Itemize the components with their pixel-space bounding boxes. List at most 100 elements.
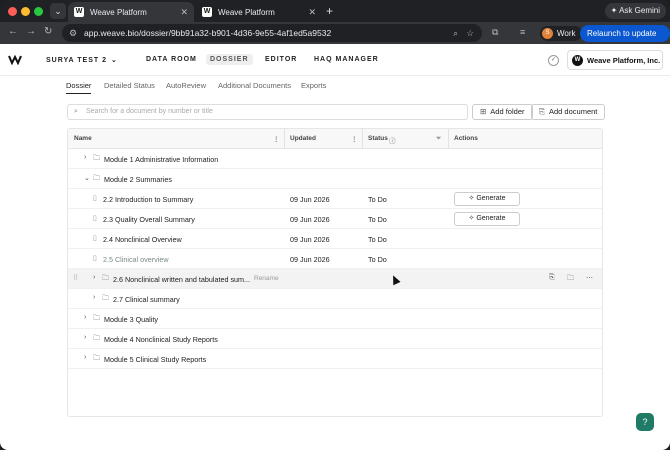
- search-placeholder: Search for a document by number or title: [86, 108, 213, 115]
- media-controls-icon[interactable]: ≡: [520, 27, 525, 37]
- table-row[interactable]: › 🗀 Module 3 Quality: [68, 309, 602, 329]
- zoom-icon[interactable]: ⌕: [453, 24, 458, 42]
- chevron-right-icon[interactable]: ›: [93, 294, 95, 301]
- chevron-right-icon[interactable]: ›: [93, 274, 95, 281]
- row-name[interactable]: 2.2 Introduction to Summary: [103, 195, 193, 204]
- nav-haq-manager[interactable]: HAQ MANAGER: [314, 56, 379, 63]
- browser-tab-1[interactable]: W Weave Platform ✕: [68, 2, 194, 22]
- column-divider[interactable]: [362, 129, 363, 149]
- table-row[interactable]: › 🗀 2.6 Nonclinical written and tabulate…: [68, 269, 602, 289]
- column-divider[interactable]: [448, 129, 449, 149]
- generate-button[interactable]: ✧ Generate: [454, 212, 520, 226]
- folder-plus-icon: ⊞: [480, 107, 487, 116]
- sync-status-icon[interactable]: ✓: [548, 55, 559, 66]
- profile-button[interactable]: S Work: [540, 26, 582, 41]
- table-row[interactable]: ▯ 2.2 Introduction to Summary 09 Jun 202…: [68, 189, 602, 209]
- chevron-right-icon[interactable]: ›: [84, 334, 86, 341]
- tab-exports[interactable]: Exports: [301, 81, 326, 90]
- extensions-icon[interactable]: ⧉: [492, 27, 498, 38]
- table-row[interactable]: ▯ 2.5 Clinical overview 09 Jun 2026 To D…: [68, 249, 602, 269]
- column-menu-icon[interactable]: ⋮: [273, 135, 280, 143]
- row-name[interactable]: 2.5 Clinical overview: [103, 255, 169, 264]
- row-name[interactable]: 2.3 Quality Overall Summary: [103, 215, 195, 224]
- relaunch-button[interactable]: Relaunch to update ⋮: [580, 25, 670, 55]
- url-text: app.weave.bio/dossier/9bb91a32-b901-4d36…: [84, 28, 332, 38]
- profile-label: Work: [557, 29, 576, 38]
- table-row[interactable]: › 🗀 Module 1 Administrative Information: [68, 149, 602, 169]
- add-folder-button[interactable]: ⊞ Add folder: [472, 104, 533, 120]
- table-row[interactable]: › 🗀 Module 4 Nonclinical Study Reports: [68, 329, 602, 349]
- generate-button[interactable]: ✧ Generate: [454, 192, 520, 206]
- row-status[interactable]: To Do: [368, 195, 387, 204]
- column-status[interactable]: Status: [368, 135, 388, 142]
- table-row[interactable]: ⌄ 🗀 Module 2 Summaries: [68, 169, 602, 189]
- nav-dossier[interactable]: DOSSIER: [206, 54, 253, 65]
- document-plus-icon: ⎘: [539, 107, 545, 116]
- table-row[interactable]: › 🗀 2.7 Clinical summary: [68, 289, 602, 309]
- tab-strip: ⌄ W Weave Platform ✕ W Weave Platform ✕ …: [0, 0, 670, 22]
- sparkle-icon: ✧: [468, 215, 475, 222]
- minimize-window-dot[interactable]: [21, 7, 30, 16]
- help-button[interactable]: ?: [636, 413, 654, 431]
- address-bar[interactable]: ⚙ app.weave.bio/dossier/9bb91a32-b901-4d…: [62, 24, 482, 42]
- back-icon[interactable]: ←: [8, 26, 18, 37]
- add-document-icon[interactable]: ⎘: [549, 274, 555, 282]
- row-status[interactable]: To Do: [368, 255, 387, 264]
- browser-toolbar: ← → ↻ ⚙ app.weave.bio/dossier/9bb91a32-b…: [0, 22, 670, 55]
- document-icon: ▯: [93, 195, 97, 202]
- close-tab-icon[interactable]: ✕: [180, 7, 188, 18]
- tab-detailed-status[interactable]: Detailed Status: [104, 81, 155, 90]
- weave-favicon-icon: W: [74, 7, 84, 17]
- chevron-right-icon[interactable]: ›: [84, 354, 86, 361]
- more-options-icon[interactable]: ⋯: [586, 274, 593, 282]
- org-selector[interactable]: W Weave Platform, Inc.: [567, 50, 663, 70]
- close-tab-icon[interactable]: ✕: [308, 7, 316, 18]
- column-name[interactable]: Name: [74, 135, 92, 142]
- web-page: SURYA TEST 2 ⌄ DATA ROOM DOSSIER EDITOR H…: [0, 44, 670, 450]
- nav-data-room[interactable]: DATA ROOM: [146, 56, 197, 63]
- info-icon[interactable]: ⓘ: [389, 135, 396, 145]
- filter-icon[interactable]: ⏷: [436, 135, 441, 143]
- tab-autoreview[interactable]: AutoReview: [166, 81, 206, 90]
- ask-gemini-button[interactable]: ✦ Ask Gemini: [604, 3, 666, 19]
- weave-logo-icon[interactable]: [8, 54, 23, 65]
- reload-icon[interactable]: ↻: [44, 26, 52, 37]
- row-updated: 09 Jun 2026: [290, 195, 330, 204]
- table-row[interactable]: ▯ 2.3 Quality Overall Summary 09 Jun 202…: [68, 209, 602, 229]
- row-name: Module 5 Clinical Study Reports: [104, 355, 207, 364]
- add-document-button[interactable]: ⎘ Add document: [531, 104, 606, 120]
- forward-icon[interactable]: →: [26, 26, 36, 37]
- table-row[interactable]: ▯ 2.4 Nonclinical Overview 09 Jun 2026 T…: [68, 229, 602, 249]
- folder-icon: 🗀: [93, 175, 100, 182]
- tab-search-chevron-icon[interactable]: ⌄: [50, 3, 66, 19]
- site-info-icon[interactable]: ⚙: [69, 24, 77, 42]
- nav-editor[interactable]: EDITOR: [265, 56, 297, 63]
- row-status[interactable]: To Do: [368, 235, 387, 244]
- new-tab-icon[interactable]: +: [326, 4, 333, 18]
- maximize-window-dot[interactable]: [34, 7, 43, 16]
- row-status[interactable]: To Do: [368, 215, 387, 224]
- project-selector[interactable]: SURYA TEST 2 ⌄: [46, 56, 118, 64]
- chevron-right-icon[interactable]: ›: [84, 314, 86, 321]
- add-folder-icon[interactable]: 🗀: [567, 274, 574, 285]
- row-updated: 09 Jun 2026: [290, 215, 330, 224]
- table-row[interactable]: › 🗀 Module 5 Clinical Study Reports: [68, 349, 602, 369]
- chevron-right-icon[interactable]: ›: [84, 154, 86, 161]
- tab-additional-documents[interactable]: Additional Documents: [218, 81, 291, 90]
- column-updated[interactable]: Updated: [290, 135, 316, 142]
- drag-handle-icon[interactable]: ⠿: [73, 274, 78, 282]
- rename-link[interactable]: Rename: [254, 275, 279, 282]
- browser-tab-2[interactable]: W Weave Platform ✕: [196, 2, 322, 22]
- document-search-input[interactable]: ⌕ Search for a document by number or tit…: [67, 104, 468, 120]
- chevron-down-icon[interactable]: ⌄: [84, 174, 90, 182]
- ask-gemini-label: Ask Gemini: [619, 6, 660, 15]
- bookmark-star-icon[interactable]: ☆: [466, 24, 474, 42]
- folder-icon: 🗀: [93, 355, 100, 362]
- column-menu-icon[interactable]: ⋮: [351, 135, 358, 143]
- row-name[interactable]: 2.4 Nonclinical Overview: [103, 235, 182, 244]
- close-window-dot[interactable]: [8, 7, 17, 16]
- column-divider[interactable]: [284, 129, 285, 149]
- org-name: Weave Platform, Inc.: [587, 55, 661, 65]
- tab-dossier[interactable]: Dossier: [66, 81, 92, 94]
- row-name: Module 3 Quality: [104, 315, 158, 324]
